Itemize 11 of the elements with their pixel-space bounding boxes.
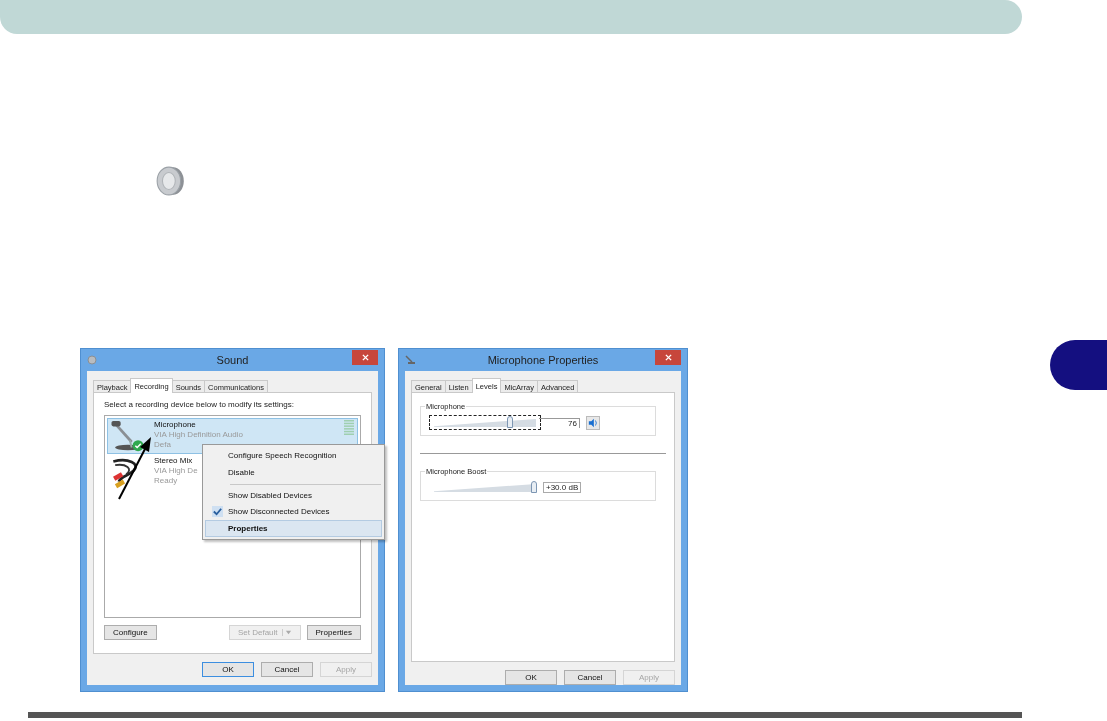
device-driver: VIA High De [154, 466, 198, 476]
device-name: Microphone [154, 420, 197, 430]
window-title: Microphone Properties [487, 354, 599, 366]
boost-value: +30.0 dB [543, 482, 582, 493]
level-value: 76 [539, 417, 580, 428]
window-title: Sound [216, 354, 249, 366]
device-status: Defa [154, 440, 172, 450]
device-name: Stereo Mix [154, 456, 194, 466]
device-driver: VIA High Definition Audio [154, 430, 243, 440]
device-status: Ready [154, 476, 179, 486]
instruction-text: Select a recording device below to modify its settings: [104, 400, 295, 409]
